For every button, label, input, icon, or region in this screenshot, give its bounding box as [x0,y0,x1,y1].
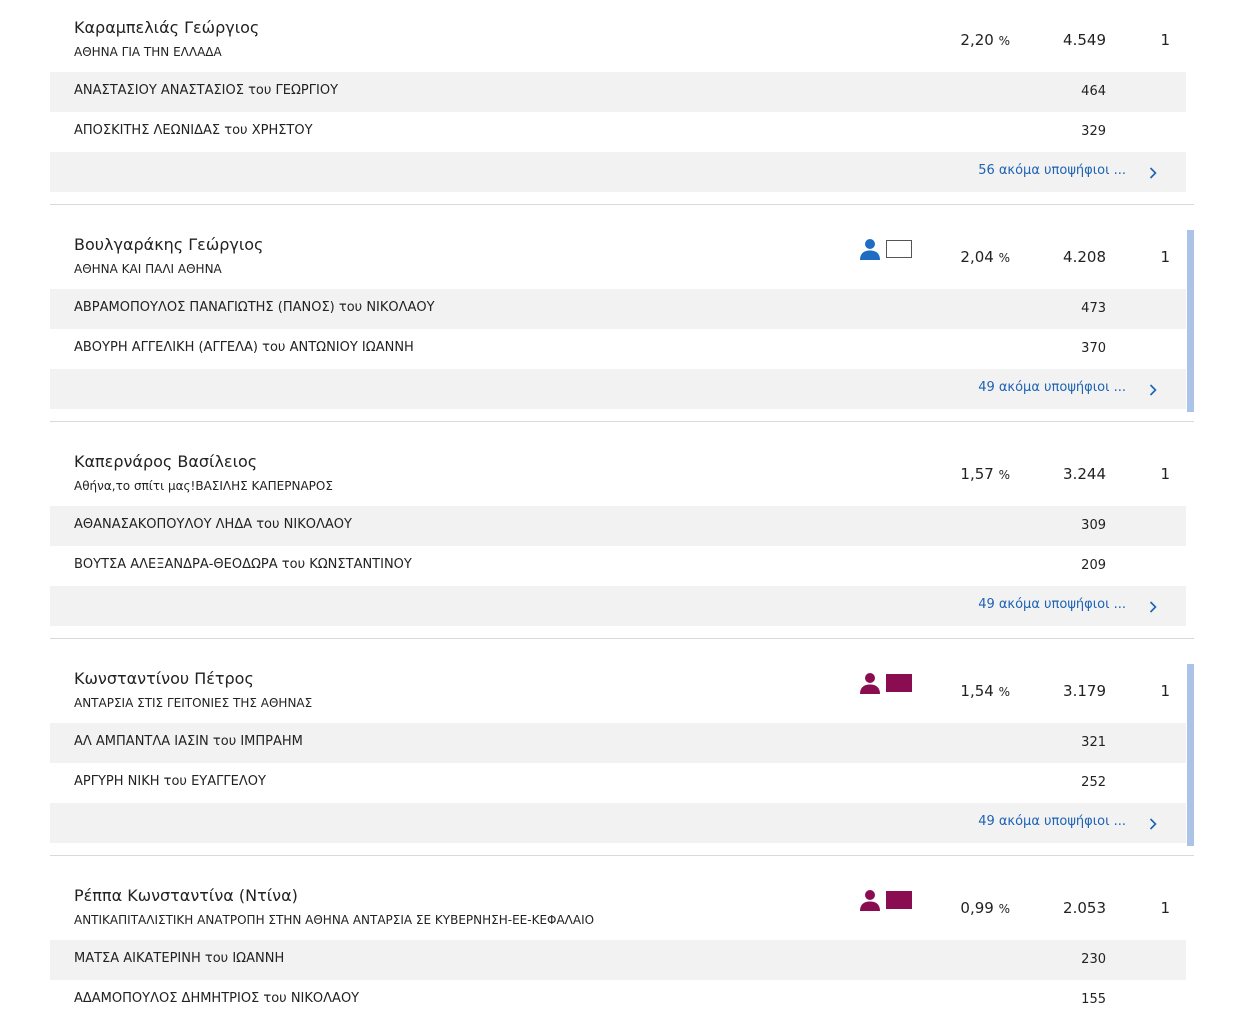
more-candidates-row[interactable]: 49 ακόμα υποψήφιοι ... [50,803,1186,843]
user-icon [858,237,882,261]
percentage-unit: % [998,34,1010,48]
candidate-row-name: ΑΡΓΥΡΗ ΝΙΚΗ του ΕΥΑΓΓΕΛΟΥ [74,774,266,789]
candidate-row-votes: 464 [1081,84,1106,99]
percentage-value: 1,54 [960,682,994,700]
candidate-block: Ρέππα Κωνσταντίνα (Ντίνα) ΑΝΤΙΚΑΠΙΤΑΛΙΣΤΙ… [50,868,1194,1020]
chevron-right-icon[interactable] [1146,816,1160,830]
percentage-unit: % [998,468,1010,482]
percentage-unit: % [998,685,1010,699]
percentage-unit: % [998,902,1010,916]
party-color-swatch [886,891,912,909]
more-candidates-row[interactable]: 49 ακόμα υποψήφιοι ... [50,586,1186,626]
percentage-value: 1,57 [960,465,994,483]
more-candidates-row[interactable]: 56 ακόμα υποψήφιοι ... [50,152,1186,192]
candidate-header[interactable]: Κωνσταντίνου Πέτρος ΑΝΤΑΡΣΙΑ ΣΤΙΣ ΓΕΙΤΟΝΙ… [50,651,1194,723]
candidate-row: ΑΝΑΣΤΑΣΙΟΥ ΑΝΑΣΤΑΣΙΟΣ του ΓΕΩΡΓΙΟΥ 464 [50,72,1186,112]
candidate-row-name: ΑΒΡΑΜΟΠΟΥΛΟΣ ΠΑΝΑΓΙΩΤΗΣ (ΠΑΝΟΣ) του ΝΙΚΟ… [74,300,435,315]
candidate-row-name: ΜΑΤΣΑ ΑΙΚΑΤΕΡΙΝΗ του ΙΩΑΝΝΗ [74,951,285,966]
vote-percentage: 2,04 % [930,248,1010,266]
party-name: ΑΝΤΑΡΣΙΑ ΣΤΙΣ ΓΕΙΤΟΝΙΕΣ ΤΗΣ ΑΘΗΝΑΣ [74,696,313,710]
more-candidates-row[interactable]: 49 ακόμα υποψήφιοι ... [50,369,1186,409]
vote-count: 3.244 [1063,465,1106,483]
percentage-value: 2,20 [960,31,994,49]
candidate-row-votes: 252 [1081,775,1106,790]
seat-count: 1 [1160,899,1170,917]
more-candidates-link[interactable]: 56 ακόμα υποψήφιοι ... [978,163,1126,178]
candidate-block: Κωνσταντίνου Πέτρος ΑΝΤΑΡΣΙΑ ΣΤΙΣ ΓΕΙΤΟΝΙ… [50,651,1194,856]
candidate-row: ΑΒΡΑΜΟΠΟΥΛΟΣ ΠΑΝΑΓΙΩΤΗΣ (ΠΑΝΟΣ) του ΝΙΚΟ… [50,289,1186,329]
vote-percentage: 1,57 % [930,465,1010,483]
candidate-row-name: ΑΝΑΣΤΑΣΙΟΥ ΑΝΑΣΤΑΣΙΟΣ του ΓΕΩΡΓΙΟΥ [74,83,339,98]
candidate-row-name: ΒΟΥΤΣΑ ΑΛΕΞΑΝΔΡΑ-ΘΕΟΔΩΡΑ του ΚΩΝΣΤΑΝΤΙΝΟ… [74,557,412,572]
candidate-row-votes: 230 [1081,952,1106,967]
user-icon [858,671,882,695]
party-color-swatch [886,240,912,258]
vote-count: 3.179 [1063,682,1106,700]
vote-percentage: 1,54 % [930,682,1010,700]
candidate-row: ΑΔΑΜΟΠΟΥΛΟΣ ΔΗΜΗΤΡΙΟΣ του ΝΙΚΟΛΑΟΥ 155 [50,980,1186,1020]
seat-count: 1 [1160,682,1170,700]
candidate-row: ΒΟΥΤΣΑ ΑΛΕΞΑΝΔΡΑ-ΘΕΟΔΩΡΑ του ΚΩΝΣΤΑΝΤΙΝΟ… [50,546,1186,586]
candidate-name: Ρέππα Κωνσταντίνα (Ντίνα) [74,886,298,905]
candidate-row-name: ΑΔΑΜΟΠΟΥΛΟΣ ΔΗΜΗΤΡΙΟΣ του ΝΙΚΟΛΑΟΥ [74,991,360,1006]
candidate-row-name: ΑΛ ΑΜΠΑΝΤΛΑ ΙΑΣΙΝ του ΙΜΠΡΑΗΜ [74,734,303,749]
party-color-swatch [886,674,912,692]
candidate-row: ΑΡΓΥΡΗ ΝΙΚΗ του ΕΥΑΓΓΕΛΟΥ 252 [50,763,1186,803]
candidate-row: ΜΑΤΣΑ ΑΙΚΑΤΕΡΙΝΗ του ΙΩΑΝΝΗ 230 [50,940,1186,980]
more-candidates-link[interactable]: 49 ακόμα υποψήφιοι ... [978,597,1126,612]
percentage-value: 0,99 [960,899,994,917]
candidate-name: Κωνσταντίνου Πέτρος [74,669,254,688]
candidate-block: Καπερνάρος Βασίλειος Αθήνα,το σπίτι μας!Β… [50,434,1194,639]
more-candidates-link[interactable]: 49 ακόμα υποψήφιοι ... [978,380,1126,395]
user-icon [858,888,882,912]
candidate-row-name: ΑΒΟΥΡΗ ΑΓΓΕΛΙΚΗ (ΑΓΓΕΛΑ) του ΑΝΤΩΝΙΟΥ ΙΩ… [74,340,414,355]
candidate-header[interactable]: Καπερνάρος Βασίλειος Αθήνα,το σπίτι μας!Β… [50,434,1194,506]
candidate-row-name: ΑΘΑΝΑΣΑΚΟΠΟΥΛΟΥ ΛΗΔΑ του ΝΙΚΟΛΑΟΥ [74,517,352,532]
candidate-row: ΑΘΑΝΑΣΑΚΟΠΟΥΛΟΥ ΛΗΔΑ του ΝΙΚΟΛΑΟΥ 309 [50,506,1186,546]
candidate-block: Βουλγαράκης Γεώργιος ΑΘΗΝΑ ΚΑΙ ΠΑΛΙ ΑΘΗΝΑ… [50,217,1194,422]
seat-count: 1 [1160,465,1170,483]
candidate-name: Βουλγαράκης Γεώργιος [74,235,264,254]
results-list: Καραμπελιάς Γεώργιος ΑΘΗΝΑ ΓΙΑ ΤΗΝ ΕΛΛΑΔΑ… [50,0,1194,1020]
percentage-value: 2,04 [960,248,994,266]
candidate-header[interactable]: Βουλγαράκης Γεώργιος ΑΘΗΝΑ ΚΑΙ ΠΑΛΙ ΑΘΗΝΑ… [50,217,1194,289]
candidate-row-votes: 329 [1081,124,1106,139]
party-name: Αθήνα,το σπίτι μας!ΒΑΣΙΛΗΣ ΚΑΠΕΡΝΑΡΟΣ [74,479,333,493]
vote-count: 2.053 [1063,899,1106,917]
candidate-name: Καπερνάρος Βασίλειος [74,452,258,471]
candidate-block: Καραμπελιάς Γεώργιος ΑΘΗΝΑ ΓΙΑ ΤΗΝ ΕΛΛΑΔΑ… [50,0,1194,205]
candidate-row: ΑΒΟΥΡΗ ΑΓΓΕΛΙΚΗ (ΑΓΓΕΛΑ) του ΑΝΤΩΝΙΟΥ ΙΩ… [50,329,1186,369]
party-name: ΑΝΤΙΚΑΠΙΤΑΛΙΣΤΙΚΗ ΑΝΑΤΡΟΠΗ ΣΤΗΝ ΑΘΗΝΑ ΑΝ… [74,913,595,927]
more-candidates-link[interactable]: 49 ακόμα υποψήφιοι ... [978,814,1126,829]
chevron-right-icon[interactable] [1146,599,1160,613]
seat-count: 1 [1160,248,1170,266]
candidate-row-votes: 321 [1081,735,1106,750]
vote-percentage: 2,20 % [930,31,1010,49]
candidate-row: ΑΛ ΑΜΠΑΝΤΛΑ ΙΑΣΙΝ του ΙΜΠΡΑΗΜ 321 [50,723,1186,763]
candidate-row-name: ΑΠΟΣΚΙΤΗΣ ΛΕΩΝΙΔΑΣ του ΧΡΗΣΤΟΥ [74,123,313,138]
chevron-right-icon[interactable] [1146,165,1160,179]
candidate-row-votes: 309 [1081,518,1106,533]
candidate-row-votes: 370 [1081,341,1106,356]
candidate-header[interactable]: Ρέππα Κωνσταντίνα (Ντίνα) ΑΝΤΙΚΑΠΙΤΑΛΙΣΤΙ… [50,868,1194,940]
candidate-row: ΑΠΟΣΚΙΤΗΣ ΛΕΩΝΙΔΑΣ του ΧΡΗΣΤΟΥ 329 [50,112,1186,152]
candidate-name: Καραμπελιάς Γεώργιος [74,18,260,37]
chevron-right-icon[interactable] [1146,382,1160,396]
candidate-row-votes: 155 [1081,992,1106,1007]
candidate-header[interactable]: Καραμπελιάς Γεώργιος ΑΘΗΝΑ ΓΙΑ ΤΗΝ ΕΛΛΑΔΑ… [50,0,1194,72]
candidate-row-votes: 209 [1081,558,1106,573]
vote-percentage: 0,99 % [930,899,1010,917]
vote-count: 4.549 [1063,31,1106,49]
percentage-unit: % [998,251,1010,265]
vote-count: 4.208 [1063,248,1106,266]
candidate-row-votes: 473 [1081,301,1106,316]
seat-count: 1 [1160,31,1170,49]
party-name: ΑΘΗΝΑ ΚΑΙ ΠΑΛΙ ΑΘΗΝΑ [74,262,222,276]
party-name: ΑΘΗΝΑ ΓΙΑ ΤΗΝ ΕΛΛΑΔΑ [74,45,222,59]
